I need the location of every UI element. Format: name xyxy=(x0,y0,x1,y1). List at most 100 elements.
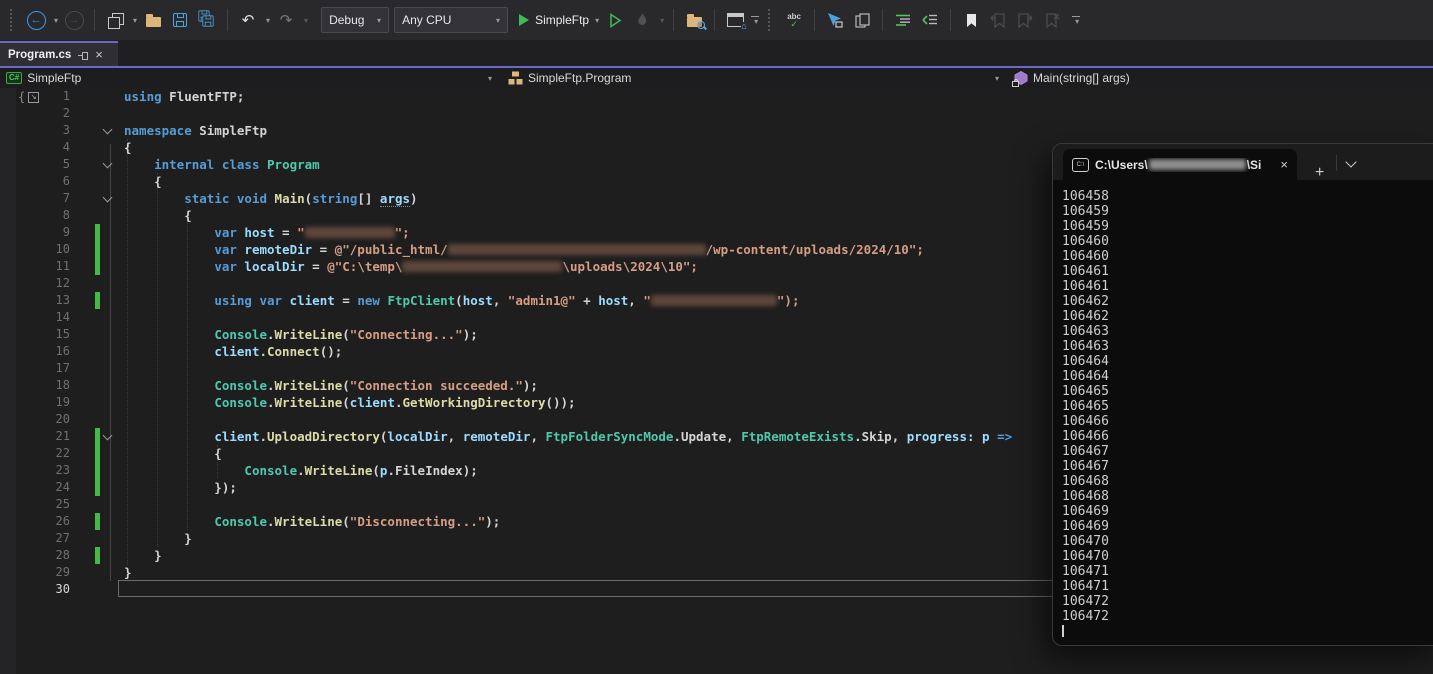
line-number[interactable]: 18 xyxy=(0,377,70,394)
line-number[interactable]: 4 xyxy=(0,139,70,156)
line-number[interactable]: 29 xyxy=(0,564,70,581)
toolbar-grip[interactable] xyxy=(768,9,774,31)
toolbar-grip[interactable] xyxy=(10,9,16,31)
redacted-text xyxy=(1149,159,1246,170)
line-number[interactable]: 1 xyxy=(0,88,70,105)
line-number[interactable]: 9 xyxy=(0,224,70,241)
line-number[interactable]: 14 xyxy=(0,309,70,326)
line-number[interactable]: 15 xyxy=(0,326,70,343)
new-project-button[interactable] xyxy=(104,7,126,33)
navigate-back-button[interactable]: ← xyxy=(25,7,47,33)
line-number[interactable]: 24 xyxy=(0,479,70,496)
breadcrumb-project[interactable]: C# SimpleFtp xyxy=(6,68,81,88)
toggle-bookmark-button[interactable] xyxy=(960,7,982,33)
toolbar-overflow-icon[interactable]: ▾ xyxy=(1072,16,1080,25)
terminal-output-line: 106470 xyxy=(1062,549,1433,564)
terminal-output-line: 106468 xyxy=(1062,489,1433,504)
line-number[interactable]: 12 xyxy=(0,275,70,292)
toolbar-separator xyxy=(673,9,674,31)
line-number[interactable]: 3 xyxy=(0,122,70,139)
lock-icon xyxy=(1012,81,1019,87)
line-number[interactable]: 10 xyxy=(0,241,70,258)
copy-document-icon xyxy=(855,13,870,28)
line-number[interactable]: 21 xyxy=(0,428,70,445)
redo-caret[interactable]: ▾ xyxy=(304,16,308,25)
solution-configuration-dropdown[interactable]: Debug ▾ xyxy=(321,7,389,33)
undo-button[interactable]: ↶ xyxy=(237,7,259,33)
line-number[interactable]: 28 xyxy=(0,547,70,564)
line-number[interactable]: 26 xyxy=(0,513,70,530)
line-number[interactable]: 30 xyxy=(0,581,70,598)
new-project-caret[interactable]: ▾ xyxy=(133,16,137,25)
hot-reload-button[interactable] xyxy=(631,7,653,33)
format-document-button[interactable] xyxy=(892,7,914,33)
home-window-button[interactable]: ⌂ xyxy=(724,7,746,33)
line-number[interactable]: 20 xyxy=(0,411,70,428)
terminal-dropdown-icon[interactable] xyxy=(1346,156,1357,167)
line-number[interactable]: 17 xyxy=(0,360,70,377)
code-text: Console.WriteLine("Disconnecting..."); xyxy=(124,513,500,530)
find-in-files-button[interactable] xyxy=(683,7,705,33)
redo-button[interactable]: ↷ xyxy=(275,7,297,33)
next-bookmark-button[interactable] xyxy=(1014,7,1036,33)
line-number[interactable]: 23 xyxy=(0,462,70,479)
line-number[interactable]: 16 xyxy=(0,343,70,360)
chevron-down-icon[interactable]: ▾ xyxy=(995,74,999,83)
code-text: } xyxy=(124,547,162,564)
code-text: var host = ""; xyxy=(124,224,410,241)
copy-document-button[interactable] xyxy=(851,7,873,33)
previous-bookmark-button[interactable] xyxy=(987,7,1009,33)
line-number[interactable]: 2 xyxy=(0,105,70,122)
line-number[interactable]: 8 xyxy=(0,207,70,224)
hot-reload-caret[interactable]: ▾ xyxy=(660,16,664,25)
line-number[interactable]: 7 xyxy=(0,190,70,207)
line-number[interactable]: 22 xyxy=(0,445,70,462)
line-number[interactable]: 11 xyxy=(0,258,70,275)
start-without-debugging-button[interactable] xyxy=(604,7,626,33)
clear-bookmarks-button[interactable] xyxy=(1041,7,1063,33)
close-icon[interactable]: × xyxy=(1280,157,1288,172)
spell-checker-button[interactable]: abc✓ xyxy=(783,7,805,33)
line-number[interactable]: 27 xyxy=(0,530,70,547)
terminal-output-line: 106468 xyxy=(1062,474,1433,489)
line-number[interactable]: 19 xyxy=(0,394,70,411)
line-number[interactable]: 5 xyxy=(0,156,70,173)
tab-program-cs[interactable]: Program.cs × xyxy=(0,41,118,66)
open-file-button[interactable] xyxy=(142,7,164,33)
code-line[interactable]: 1using FluentFTP; xyxy=(0,88,1433,105)
cursor-select-button[interactable] xyxy=(824,7,846,33)
save-button[interactable] xyxy=(169,7,191,33)
fold-chevron-icon[interactable] xyxy=(103,193,113,203)
pin-icon[interactable] xyxy=(78,51,88,59)
solution-platform-dropdown[interactable]: Any CPU ▾ xyxy=(394,7,508,33)
close-icon[interactable]: × xyxy=(95,49,103,61)
new-tab-button[interactable]: + xyxy=(1315,166,1324,180)
line-number[interactable]: 25 xyxy=(0,496,70,513)
chevron-down-icon[interactable]: ▾ xyxy=(488,74,492,83)
code-line[interactable]: 3namespace SimpleFtp xyxy=(0,122,1433,139)
breadcrumb-member[interactable]: Main(string[] args) xyxy=(1014,68,1130,88)
toolbar-separator xyxy=(714,9,715,31)
line-number[interactable]: 13 xyxy=(0,292,70,309)
save-all-button[interactable] xyxy=(196,7,218,33)
format-selection-button[interactable] xyxy=(919,7,941,33)
terminal-output[interactable]: 1064581064591064591064601064601064611064… xyxy=(1053,180,1433,641)
code-text: } xyxy=(124,564,132,581)
document-tab-strip: Program.cs × xyxy=(0,40,1433,66)
terminal-output-line: 106460 xyxy=(1062,234,1433,249)
fold-chevron-icon[interactable] xyxy=(103,125,113,135)
undo-caret[interactable]: ▾ xyxy=(266,16,270,25)
start-debugging-button[interactable]: SimpleFtp ▾ xyxy=(519,7,599,33)
back-dropdown-caret[interactable]: ▾ xyxy=(54,16,58,25)
terminal-tab[interactable]: C:\ C:\Users\\Si × xyxy=(1063,149,1297,180)
terminal-window[interactable]: C:\ C:\Users\\Si × + 1064581064591064591… xyxy=(1052,143,1433,646)
fold-chevron-icon[interactable] xyxy=(103,159,113,169)
code-line[interactable]: 2 xyxy=(0,105,1433,122)
fold-chevron-icon[interactable] xyxy=(103,431,113,441)
run-target-label: SimpleFtp xyxy=(535,13,589,27)
toolbar-overflow-icon[interactable]: ▾ xyxy=(751,16,759,25)
navigate-forward-button[interactable]: → xyxy=(63,7,85,33)
code-text: { xyxy=(124,207,192,224)
breadcrumb-type[interactable]: SimpleFtp.Program xyxy=(508,68,631,88)
line-number[interactable]: 6 xyxy=(0,173,70,190)
